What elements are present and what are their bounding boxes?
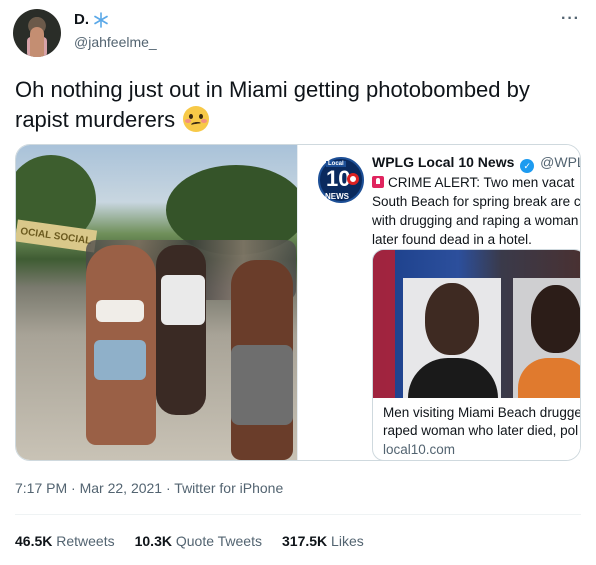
quote-tweets-stat[interactable]: 10.3K Quote Tweets [135,533,262,549]
tweet-body: Oh nothing just out in Miami getting pho… [15,77,530,132]
link-card: Men visiting Miami Beach drugge raped wo… [372,249,581,460]
avatar-figure-head [30,27,44,57]
embedded-account-name: WPLG Local 10 News [372,154,515,170]
link-card-title: Men visiting Miami Beach drugge raped wo… [383,404,581,440]
author-name-row[interactable]: D. [74,11,109,28]
likes-stat[interactable]: 317.5K Likes [282,533,364,549]
retweets-stat[interactable]: 46.5K Retweets [15,533,115,549]
embedded-line: with drugging and raping a woman [372,213,579,228]
quotes-count: 10.3K [134,533,172,549]
likes-label: Likes [331,533,364,549]
meta-separator: · [71,480,76,496]
tweet-date[interactable]: Mar 22, 2021 [80,480,163,496]
embedded-header: WPLG Local 10 News ✓ @WPLGL [372,154,580,173]
embedded-line: South Beach for spring break are c [372,194,581,209]
embedded-tweet-text: CRIME ALERT: Two men vacat South Beach f… [372,173,581,249]
woozy-face-emoji-icon [183,106,210,132]
tweet-meta: 7:17 PM · Mar 22, 2021 · Twitter for iPh… [15,480,283,496]
retweets-count: 46.5K [15,533,53,549]
link-card-domain: local10.com [383,442,456,457]
tweet-time[interactable]: 7:17 PM [15,480,67,496]
local10-logo-icon: Local 10 NEWS [318,157,364,203]
link-card-title-line: Men visiting Miami Beach drugge [383,405,581,420]
embedded-line: later found dead in a hotel. [372,232,532,247]
more-options-icon[interactable]: ··· [561,10,580,28]
divider [15,514,581,515]
retweets-label: Retweets [56,533,115,549]
verified-check-icon: ✓ [520,159,535,173]
embedded-line: CRIME ALERT: Two men vacat [388,175,575,190]
beach-photo[interactable]: OCIAL SOCIAL [16,145,297,460]
siren-icon [372,176,384,188]
tweet-text: Oh nothing just out in Miami getting pho… [15,75,585,135]
tweet-source[interactable]: Twitter for iPhone [174,480,283,496]
embedded-account-handle: @WPLGL [540,154,580,170]
logo-news-text: NEWS [325,192,349,201]
tweet-stats: 46.5K Retweets 10.3K Quote Tweets 317.5K… [15,533,364,549]
author-handle[interactable]: @jahfeelme_ [74,34,157,50]
mugshots-image [373,250,580,398]
quotes-label: Quote Tweets [175,533,262,549]
embedded-tweet-screenshot[interactable]: Local 10 NEWS WPLG Local 10 News ✓ @WPLG… [297,145,581,460]
avatar[interactable] [13,9,61,57]
meta-separator: · [165,480,171,496]
likes-count: 317.5K [282,533,328,549]
snowflake-icon [94,11,108,28]
tweet-media[interactable]: OCIAL SOCIAL Local 10 NEWS WPLG Local 10… [15,144,581,461]
display-name[interactable]: D. [74,11,89,28]
link-card-title-line: raped woman who later died, pol [383,423,579,438]
